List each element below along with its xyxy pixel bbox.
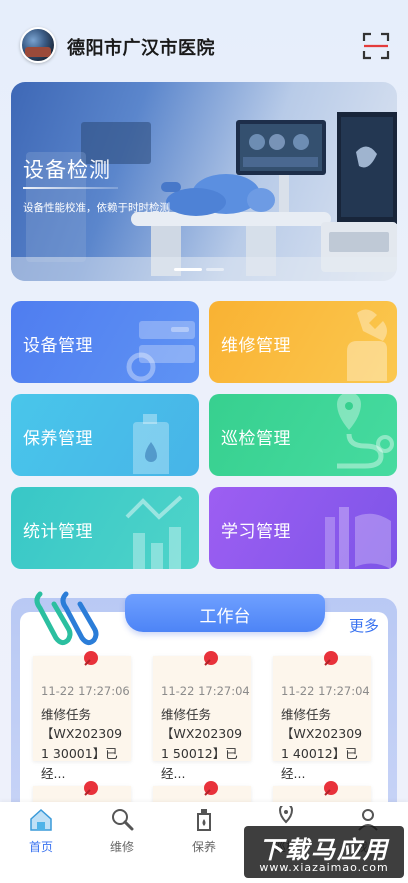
pushpin-icon xyxy=(84,651,98,666)
tile-label: 学习管理 xyxy=(221,522,291,542)
pushpin-icon xyxy=(204,651,218,666)
tab-label: 维修 xyxy=(109,840,134,854)
tile-learning-management[interactable]: 学习管理 xyxy=(209,487,397,569)
watermark-url: www.xiazaimao.com xyxy=(259,861,389,874)
banner-indicator xyxy=(174,268,224,271)
tab-maintain[interactable]: 保养 xyxy=(174,806,234,855)
home-icon xyxy=(30,808,52,831)
pushpin-icon xyxy=(324,781,338,796)
note-text: 【WX2023091 50012】已经... xyxy=(161,726,243,781)
note-title: 维修任务 xyxy=(41,707,92,722)
tile-patrol-management[interactable]: 巡检管理 xyxy=(209,394,397,476)
pushpin-icon xyxy=(324,651,338,666)
scan-icon[interactable] xyxy=(362,32,390,60)
tab-home[interactable]: 首页 xyxy=(11,806,71,855)
repair-icon xyxy=(112,809,134,831)
paperclip-icon xyxy=(34,591,99,646)
note-text: 【WX2023091 30001】已经... xyxy=(41,726,123,781)
route-pin-icon xyxy=(337,394,394,469)
chart-icon xyxy=(125,495,183,569)
note-time: 11-22 17:27:06 xyxy=(41,684,130,698)
banner-subtitle: 设备性能校准，依赖于时时检测 xyxy=(23,202,170,214)
task-note[interactable]: 11-22 17:27:06 维修任务 【WX2023091 30001】已经.… xyxy=(33,651,131,781)
tile-label: 维修管理 xyxy=(221,336,291,356)
workbench-tab: 工作台 xyxy=(125,594,325,632)
note-title: 维修任务 xyxy=(281,707,332,722)
tab-label: 首页 xyxy=(28,840,53,854)
task-note[interactable]: 11-22 17:27:04 维修任务 【WX2023091 50012】已经.… xyxy=(153,651,251,781)
tile-label: 设备管理 xyxy=(23,336,93,356)
watermark: 下载马应用 www.xiazaimao.com xyxy=(244,826,404,878)
pushpin-icon xyxy=(204,781,218,796)
note-text: 【WX2023091 40012】已经... xyxy=(281,726,363,781)
more-link[interactable]: 更多 xyxy=(349,615,379,636)
app-header: 德阳市广汉市医院 xyxy=(0,0,408,80)
pushpin-icon xyxy=(84,781,98,796)
note-time: 11-22 17:27:04 xyxy=(281,684,370,698)
tile-repair-management[interactable]: 维修管理 xyxy=(209,301,397,383)
hospital-name: 德阳市广汉市医院 xyxy=(67,38,215,59)
tile-label: 统计管理 xyxy=(23,522,93,542)
hospital-avatar[interactable] xyxy=(20,27,56,63)
watermark-text: 下载马应用 xyxy=(259,836,389,864)
tile-label: 巡检管理 xyxy=(221,429,291,449)
book-icon xyxy=(325,507,391,569)
note-title: 维修任务 xyxy=(161,707,212,722)
device-settings-icon xyxy=(126,321,195,382)
oil-bottle-icon xyxy=(133,414,169,474)
maintain-icon xyxy=(197,809,211,831)
tab-repair[interactable]: 维修 xyxy=(92,806,152,855)
tile-statistics-management[interactable]: 统计管理 xyxy=(11,487,199,569)
wrench-hand-icon xyxy=(347,309,387,381)
workbench-title: 工作台 xyxy=(199,607,251,627)
note-time: 11-22 17:27:04 xyxy=(161,684,250,698)
banner-title: 设备检测 xyxy=(23,158,111,182)
tile-device-management[interactable]: 设备管理 xyxy=(11,301,199,383)
tab-label: 保养 xyxy=(191,840,216,854)
tile-label: 保养管理 xyxy=(23,429,93,449)
tile-maintenance-management[interactable]: 保养管理 xyxy=(11,394,199,476)
banner-divider xyxy=(23,187,118,189)
task-note[interactable]: 11-22 17:27:04 维修任务 【WX2023091 40012】已经.… xyxy=(273,651,371,781)
indicator-dot[interactable] xyxy=(206,268,224,271)
indicator-dot-active[interactable] xyxy=(174,268,202,271)
